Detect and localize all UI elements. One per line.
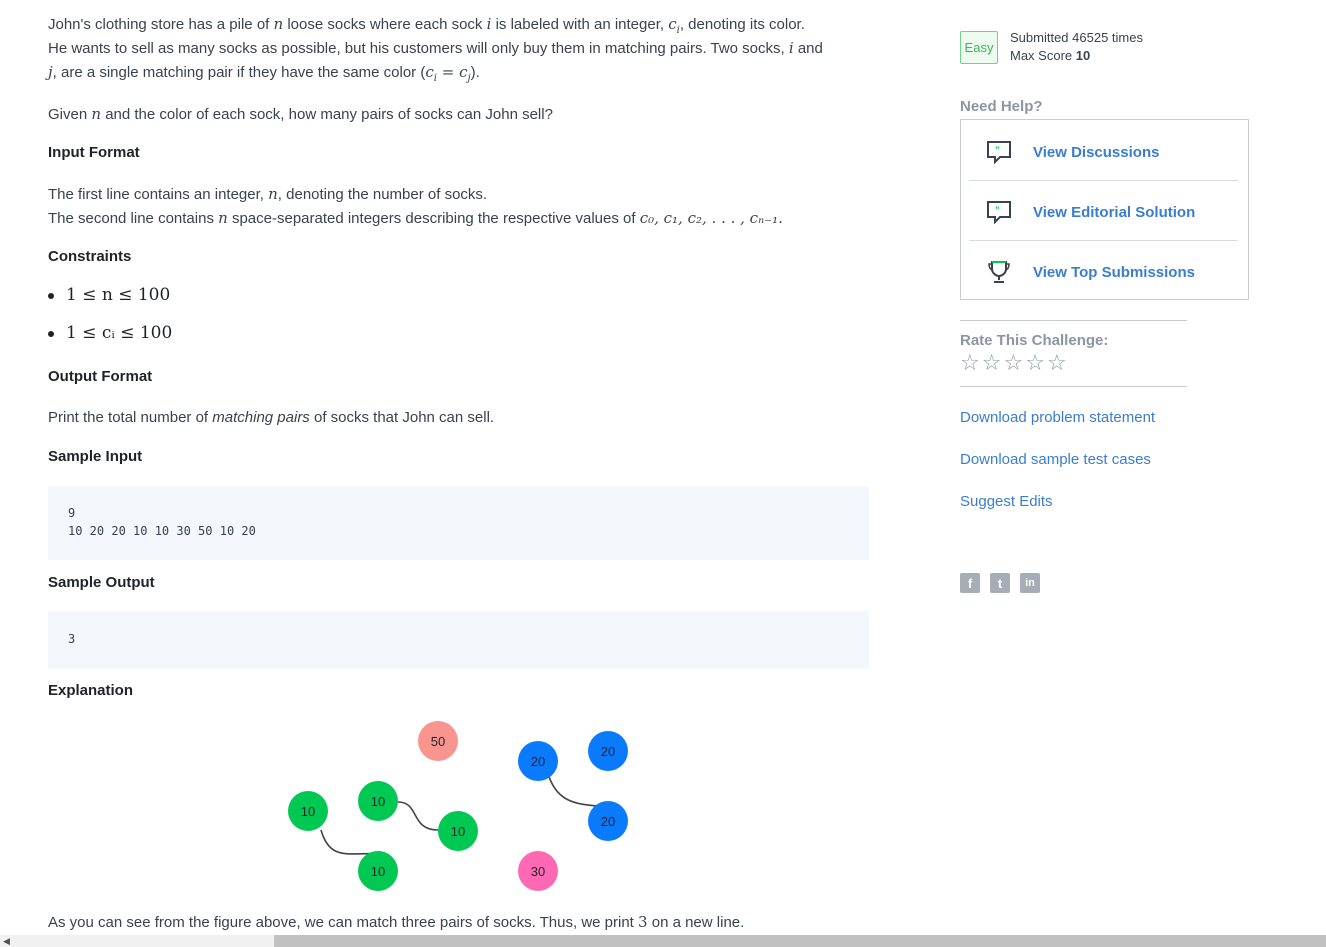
view-editorial-link[interactable]: ” View Editorial Solution [969,182,1238,242]
sample-input-heading: Sample Input [48,448,143,465]
star-icon[interactable]: ☆ [1047,351,1067,375]
input-format-line-2: The second line contains n space-separat… [48,209,783,227]
help-box: ” View Discussions ” View Editorial Solu… [960,119,1249,300]
view-top-submissions-link[interactable]: View Top Submissions [969,242,1238,302]
download-sample-test-cases-link[interactable]: Download sample test cases [960,451,1151,468]
pair-line [320,829,379,855]
max-score: Max Score 10 [1010,48,1091,63]
svg-text:”: ” [995,145,1000,155]
star-icon[interactable]: ☆ [982,351,1002,375]
constraint-item: 1 ≤ n ≤ 100 [48,285,170,305]
pair-line [546,769,599,807]
output-format-heading: Output Format [48,368,153,385]
explanation-text: As you can see from the figure above, we… [48,913,745,931]
explanation-heading: Explanation [48,682,134,699]
sample-output-heading: Sample Output [48,574,155,591]
socks-figure: 50 20 20 10 10 10 20 10 30 [240,712,640,892]
star-icon[interactable]: ☆ [1003,351,1023,375]
pair-line [397,801,439,831]
divider [969,240,1238,241]
need-help-heading: Need Help? [960,98,1043,115]
sample-output-code: 3 [48,611,869,669]
question-line: Given n and the color of each sock, how … [48,105,553,123]
linkedin-icon[interactable]: in [1020,573,1040,593]
speech-bubble-icon: ” [985,198,1013,226]
sock-node: 10 [358,851,398,891]
sock-node: 20 [518,741,558,781]
download-problem-statement-link[interactable]: Download problem statement [960,409,1155,426]
horizontal-scrollbar[interactable]: ◀ [0,935,1326,947]
divider [960,386,1187,387]
sock-node: 20 [588,801,628,841]
facebook-icon[interactable]: f [960,573,980,593]
twitter-icon[interactable]: t [990,573,1010,593]
sock-node: 10 [438,811,478,851]
speech-bubble-icon: ” [985,138,1013,166]
star-icon[interactable]: ☆ [1025,351,1045,375]
input-format-line-1: The first line contains an integer, n, d… [48,185,488,203]
intro-line-3: j, are a single matching pair if they ha… [48,63,480,84]
sock-node: 20 [588,731,628,771]
constraints-heading: Constraints [48,248,132,265]
trophy-icon [985,258,1013,286]
output-format-text: Print the total number of matching pairs… [48,409,495,426]
scroll-left-icon[interactable]: ◀ [3,935,10,947]
intro-line-2: He wants to sell as many socks as possib… [48,39,823,57]
input-format-heading: Input Format [48,144,140,161]
sock-node: 50 [418,721,458,761]
view-discussions-link[interactable]: ” View Discussions [969,122,1238,182]
star-icon[interactable]: ☆ [960,351,980,375]
divider [969,180,1238,181]
scrollbar-thumb[interactable] [274,935,1326,947]
constraint-item: 1 ≤ cᵢ ≤ 100 [48,323,172,343]
submitted-count: Submitted 46525 times [1010,30,1143,45]
sock-node: 30 [518,851,558,891]
svg-text:”: ” [995,205,1000,215]
suggest-edits-link[interactable]: Suggest Edits [960,493,1053,510]
sock-node: 10 [288,791,328,831]
difficulty-badge: Easy [960,31,998,64]
rating-stars[interactable]: ☆ ☆ ☆ ☆ ☆ [960,351,1067,375]
sock-node: 10 [358,781,398,821]
rate-challenge-label: Rate This Challenge: [960,332,1109,349]
sample-input-code: 9 10 20 20 10 10 30 50 10 20 [48,486,869,560]
divider [960,320,1187,321]
